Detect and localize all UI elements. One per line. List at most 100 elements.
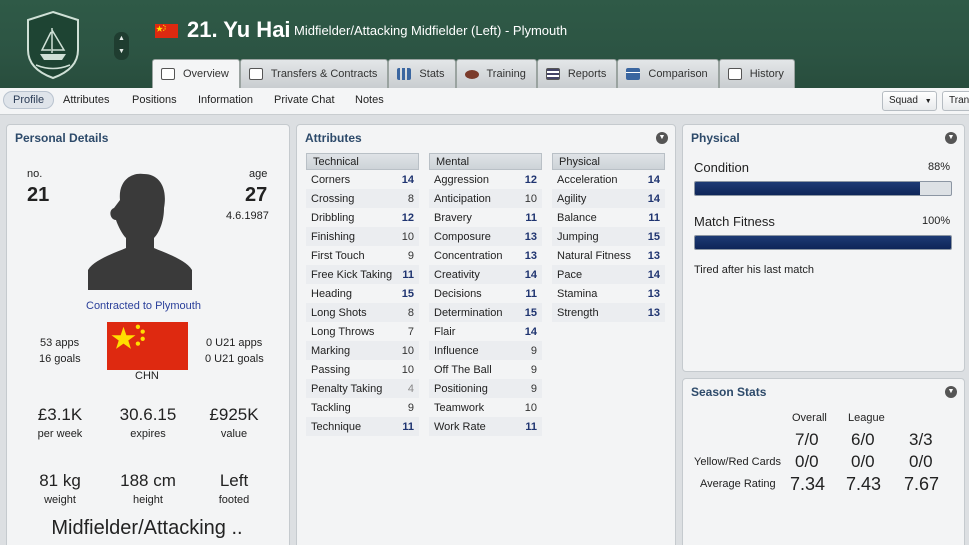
attribute-row[interactable]: Long Shots 8 — [306, 303, 419, 322]
sub-navigation: Profile Attributes Positions Information… — [0, 88, 969, 115]
attribute-row[interactable]: Off The Ball 9 — [429, 360, 542, 379]
player-nav-arrows[interactable]: ▲ ▼ — [114, 32, 129, 60]
technical-attributes: Technical Corners 14 Crossing 8 Dribbling 12 F… — [306, 153, 419, 436]
attribute-row[interactable]: Agility 14 — [552, 189, 665, 208]
chevron-down-icon: ▼ — [924, 98, 932, 105]
physical-rows: Acceleration 14 Agility 14 Balance 11 Jumping 1… — [552, 170, 665, 322]
stat-cards-league: 0/0 — [851, 452, 875, 471]
attribute-row[interactable]: Concentration 13 — [429, 246, 542, 265]
physical-attributes: Physical Acceleration 14 Agility 14 Balance 1… — [552, 153, 665, 322]
nationality-code[interactable]: CHN — [135, 370, 159, 382]
subnav-profile[interactable]: Profile — [3, 91, 55, 109]
condition-bar — [694, 181, 952, 196]
subnav-attributes[interactable]: Attributes — [63, 94, 109, 106]
attribute-row[interactable]: Decisions 11 — [429, 284, 542, 303]
attribute-row[interactable]: Creativity 14 — [429, 265, 542, 284]
attribute-name: Influence — [434, 344, 479, 357]
stat-apps-overall: 7/0 — [795, 430, 819, 449]
attribute-row[interactable]: Positioning 9 — [429, 379, 542, 398]
attribute-row[interactable]: Penalty Taking 4 — [306, 379, 419, 398]
subnav-information[interactable]: Information — [198, 94, 253, 106]
attribute-row[interactable]: Composure 13 — [429, 227, 542, 246]
attribute-row[interactable]: Pace 14 — [552, 265, 665, 284]
attribute-row[interactable]: Technique 11 — [306, 417, 419, 436]
age-value: 27 — [245, 184, 268, 206]
attribute-value: 8 — [407, 192, 414, 205]
attribute-row[interactable]: Passing 10 — [306, 360, 419, 379]
club-crest-icon[interactable] — [24, 10, 82, 80]
attribute-name: Acceleration — [557, 173, 618, 186]
attribute-value: 10 — [524, 401, 537, 414]
tab-transfers-contracts[interactable]: Transfers & Contracts — [239, 59, 389, 88]
attribute-name: Technique — [311, 420, 362, 433]
attribute-row[interactable]: Acceleration 14 — [552, 170, 665, 189]
attribute-value: 12 — [524, 173, 537, 186]
attribute-row[interactable]: Anticipation 10 — [429, 189, 542, 208]
attribute-row[interactable]: Determination 15 — [429, 303, 542, 322]
attribute-name: Stamina — [557, 287, 598, 300]
attribute-row[interactable]: Influence 9 — [429, 341, 542, 360]
tab-comparison[interactable]: Comparison — [617, 59, 719, 88]
attribute-row[interactable]: Heading 15 — [306, 284, 419, 303]
tab-history[interactable]: History — [718, 59, 795, 88]
subnav-notes[interactable]: Notes — [355, 94, 384, 106]
condition-percent: 88% — [928, 161, 951, 173]
attribute-row[interactable]: Bravery 11 — [429, 208, 542, 227]
number-label: no. — [27, 168, 43, 180]
tab-stats[interactable]: Stats — [388, 59, 456, 88]
attribute-row[interactable]: Dribbling 12 — [306, 208, 419, 227]
squad-dropdown[interactable]: Squad ▼ — [882, 91, 937, 111]
attribute-row[interactable]: Corners 14 — [306, 170, 419, 189]
attribute-row[interactable]: Strength 13 — [552, 303, 665, 322]
attribute-name: Anticipation — [434, 192, 491, 205]
weight-label: weight — [44, 494, 76, 506]
panel-menu-icon[interactable]: ▼ — [945, 132, 957, 144]
attribute-name: Strength — [557, 306, 599, 319]
attribute-value: 14 — [647, 268, 660, 281]
tab-training[interactable]: Training — [455, 59, 537, 88]
attribute-row[interactable]: Marking 10 — [306, 341, 419, 360]
attribute-value: 15 — [524, 306, 537, 319]
panel-menu-icon[interactable]: ▼ — [945, 386, 957, 398]
stat-rating-league: 7.43 — [846, 474, 882, 494]
player-position-club[interactable]: Midfielder/Attacking Midfielder (Left) -… — [294, 23, 567, 38]
attribute-name: Positioning — [434, 382, 488, 395]
attribute-row[interactable]: Long Throws 7 — [306, 322, 419, 341]
attribute-name: Teamwork — [434, 401, 485, 414]
contract-expiry-label: expires — [130, 428, 166, 440]
attribute-group-header: Physical — [552, 153, 665, 170]
attribute-value: 7 — [407, 325, 414, 338]
attribute-row[interactable]: Free Kick Taking 11 — [306, 265, 419, 284]
attribute-value: 9 — [530, 382, 537, 395]
wage-value: £3.1K — [37, 405, 83, 424]
contract-status-link[interactable]: Contracted to Plymouth — [86, 300, 201, 312]
attribute-value: 8 — [407, 306, 414, 319]
attribute-row[interactable]: Jumping 15 — [552, 227, 665, 246]
attribute-row[interactable]: Flair 14 — [429, 322, 542, 341]
attribute-row[interactable]: Aggression 12 — [429, 170, 542, 189]
tab-reports[interactable]: Reports — [536, 59, 618, 88]
attribute-row[interactable]: Crossing 8 — [306, 189, 419, 208]
attribute-name: Marking — [311, 344, 351, 357]
subnav-private-chat[interactable]: Private Chat — [274, 94, 335, 106]
panel-menu-icon[interactable]: ▼ — [656, 132, 668, 144]
attribute-name: Tackling — [311, 401, 351, 414]
attribute-value: 14 — [647, 173, 660, 186]
cards-label: Yellow/Red Cards — [694, 456, 782, 468]
attribute-row[interactable]: Stamina 13 — [552, 284, 665, 303]
attribute-row[interactable]: Natural Fitness 13 — [552, 246, 665, 265]
attribute-row[interactable]: First Touch 9 — [306, 246, 419, 265]
attribute-row[interactable]: Work Rate 11 — [429, 417, 542, 436]
attribute-value: 14 — [647, 192, 660, 205]
attribute-row[interactable]: Finishing 10 — [306, 227, 419, 246]
tab-overview[interactable]: Overview — [152, 59, 240, 88]
attribute-row[interactable]: Balance 11 — [552, 208, 665, 227]
attribute-row[interactable]: Teamwork 10 — [429, 398, 542, 417]
position-summary: Midfielder/Attacking .. — [51, 517, 243, 539]
technical-rows: Corners 14 Crossing 8 Dribbling 12 Finishing 10… — [306, 170, 419, 436]
subnav-positions[interactable]: Positions — [132, 94, 177, 106]
attribute-row[interactable]: Tackling 9 — [306, 398, 419, 417]
trans-button[interactable]: Trans — [942, 91, 969, 111]
age-label: age — [249, 168, 268, 180]
wage-label: per week — [37, 428, 83, 440]
